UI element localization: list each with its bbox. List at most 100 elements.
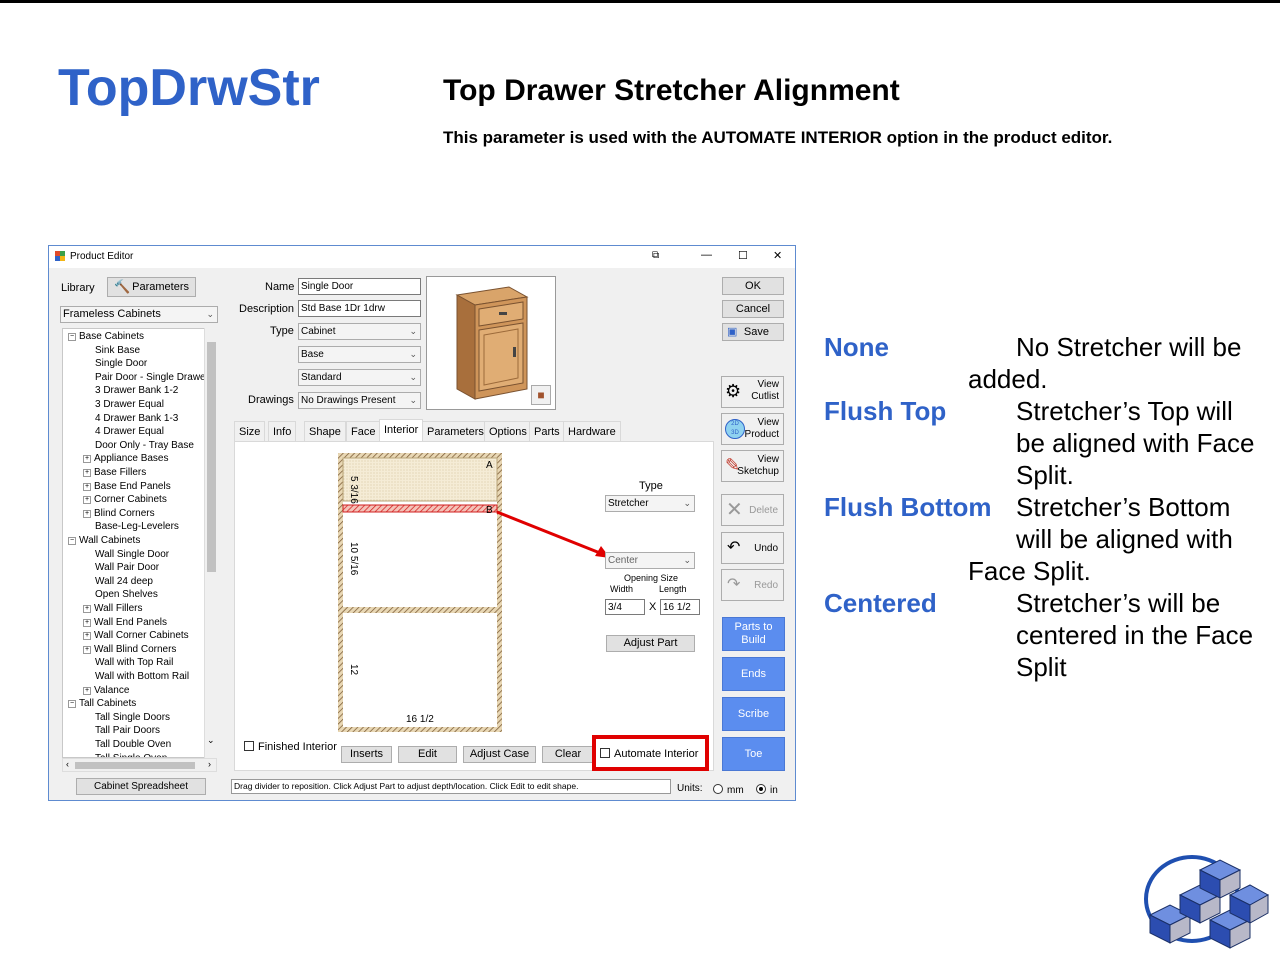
cancel-button[interactable]: Cancel xyxy=(722,300,784,318)
tree-item[interactable]: Tall Pair Doors xyxy=(95,725,160,736)
tree-item[interactable]: − Wall Cabinets xyxy=(68,535,140,546)
collapse-icon[interactable]: − xyxy=(68,700,76,709)
part-type-select[interactable]: Stretcher ⌄ xyxy=(605,495,695,512)
tree-item[interactable]: Wall 24 deep xyxy=(95,576,153,587)
tree-item[interactable]: − Base Cabinets xyxy=(68,331,144,342)
tree-vertical-scrollbar[interactable]: ⌄ xyxy=(204,328,217,758)
hscroll-thumb[interactable] xyxy=(75,762,195,769)
tree-item[interactable]: Wall with Top Rail xyxy=(95,657,173,668)
expand-icon[interactable]: + xyxy=(83,482,91,491)
expand-icon[interactable]: + xyxy=(83,686,91,695)
pin-icon[interactable]: ⧉ xyxy=(652,250,659,261)
redo-button[interactable]: ↷ Redo xyxy=(721,569,784,601)
tree-item[interactable]: Door Only - Tray Base xyxy=(95,440,194,451)
save-button[interactable]: ▣ Save xyxy=(722,323,784,341)
tree-item[interactable]: + Wall Fillers xyxy=(83,603,143,614)
tree-item[interactable]: Wall Single Door xyxy=(95,549,169,560)
ends-button[interactable]: Ends xyxy=(722,657,785,691)
scroll-thumb[interactable] xyxy=(207,342,216,572)
tree-item[interactable]: Wall with Bottom Rail xyxy=(95,671,189,682)
subtype-select[interactable]: Base ⌄ xyxy=(298,346,421,363)
view-sketchup-button[interactable]: ✎ View Sketchup xyxy=(721,450,784,482)
collapse-icon[interactable]: − xyxy=(68,537,76,545)
tree-item[interactable]: + Blind Corners xyxy=(83,508,155,519)
tree-horizontal-scrollbar[interactable]: ‹ › xyxy=(62,758,217,772)
tree-item[interactable]: + Appliance Bases xyxy=(83,453,169,464)
maximize-button[interactable]: ☐ xyxy=(738,249,748,262)
tree-item[interactable]: Single Door xyxy=(95,358,147,369)
scroll-down-icon[interactable]: ⌄ xyxy=(207,735,215,746)
tree-item[interactable]: Base-Leg-Levelers xyxy=(95,521,179,532)
collapse-icon[interactable]: − xyxy=(68,333,76,341)
style-select[interactable]: Standard ⌄ xyxy=(298,369,421,386)
toe-button[interactable]: Toe xyxy=(722,737,785,771)
tab-hardware[interactable]: Hardware xyxy=(563,421,621,441)
view-cutlist-button[interactable]: ⚙ View Cutlist xyxy=(721,376,784,408)
opening-width-input[interactable]: 3/4 xyxy=(605,599,645,615)
drawings-select[interactable]: No Drawings Present ⌄ xyxy=(298,392,421,409)
expand-icon[interactable]: + xyxy=(83,632,91,641)
scribe-button[interactable]: Scribe xyxy=(722,697,785,731)
tree-item[interactable]: + Valance xyxy=(83,685,129,696)
tree-item[interactable]: + Wall End Panels xyxy=(83,617,167,628)
unit-mm-radio[interactable]: mm xyxy=(713,784,744,796)
tree-item[interactable]: Sink Base xyxy=(95,345,140,356)
tree-item[interactable]: + Corner Cabinets xyxy=(83,494,167,505)
inserts-button[interactable]: Inserts xyxy=(341,746,392,763)
close-button[interactable]: ✕ xyxy=(773,249,782,262)
alignment-select[interactable]: Center ⌄ xyxy=(605,552,695,569)
expand-icon[interactable]: + xyxy=(83,605,91,613)
undo-button[interactable]: ↶ Undo xyxy=(721,532,784,564)
tree-item[interactable]: Pair Door - Single Drawer xyxy=(95,372,209,383)
tab-interior[interactable]: Interior xyxy=(379,419,424,441)
adjust-part-button[interactable]: Adjust Part xyxy=(606,635,695,652)
library-tree[interactable]: − Base Cabinets Sink Base Single Door Pair D… xyxy=(62,328,217,758)
tree-item[interactable]: + Wall Blind Corners xyxy=(83,644,176,655)
tree-item[interactable]: + Wall Corner Cabinets xyxy=(83,630,189,641)
opening-length-input[interactable]: 16 1/2 xyxy=(660,599,700,615)
tree-item[interactable]: 3 Drawer Bank 1-2 xyxy=(95,385,178,396)
type-select[interactable]: Cabinet ⌄ xyxy=(298,323,421,340)
adjust-case-button[interactable]: Adjust Case xyxy=(463,746,536,763)
tree-item[interactable]: + Base End Panels xyxy=(83,481,171,492)
automate-interior-checkbox[interactable]: Automate Interior xyxy=(600,748,698,760)
expand-icon[interactable]: + xyxy=(83,469,91,477)
tree-item[interactable]: Open Shelves xyxy=(95,589,158,600)
expand-icon[interactable]: + xyxy=(83,645,91,654)
view-product-button[interactable]: 2D 3D View Product xyxy=(721,413,784,445)
tab-info[interactable]: Info xyxy=(268,421,297,441)
3d-box-icon[interactable]: ■ xyxy=(531,385,551,405)
finished-interior-checkbox[interactable]: Finished Interior xyxy=(244,741,337,753)
edit-button[interactable]: Edit xyxy=(398,746,457,763)
tab-shape[interactable]: Shape xyxy=(304,421,346,441)
catalog-select[interactable]: Frameless Cabinets ⌄ xyxy=(60,306,218,323)
scroll-right-icon[interactable]: › xyxy=(208,759,211,769)
clear-button[interactable]: Clear xyxy=(542,746,594,763)
scroll-left-icon[interactable]: ‹ xyxy=(66,759,69,769)
tree-item[interactable]: Tall Double Oven xyxy=(95,739,171,750)
expand-icon[interactable]: + xyxy=(83,496,91,505)
tree-item[interactable]: + Base Fillers xyxy=(83,467,146,478)
parts-to-build-button[interactable]: Parts to Build xyxy=(722,617,785,651)
tab-options[interactable]: Options xyxy=(484,421,532,441)
tab-parameters[interactable]: Parameters xyxy=(422,421,489,441)
expand-icon[interactable]: + xyxy=(83,618,91,627)
minimize-button[interactable]: — xyxy=(701,249,712,261)
unit-in-radio[interactable]: in xyxy=(756,784,778,796)
delete-button[interactable]: ✕ Delete xyxy=(721,494,784,526)
tab-face[interactable]: Face xyxy=(346,421,381,441)
expand-icon[interactable]: + xyxy=(83,455,91,464)
expand-icon[interactable]: + xyxy=(83,509,91,518)
description-input[interactable]: Std Base 1Dr 1drw xyxy=(298,300,421,317)
tree-item[interactable]: 3 Drawer Equal xyxy=(95,399,164,410)
ok-button[interactable]: OK xyxy=(722,277,784,295)
tree-item[interactable]: − Tall Cabinets xyxy=(68,698,136,709)
tree-item[interactable]: Tall Single Doors xyxy=(95,712,170,723)
tree-item[interactable]: 4 Drawer Equal xyxy=(95,426,164,437)
tree-item[interactable]: Wall Pair Door xyxy=(95,562,159,573)
tab-parts[interactable]: Parts xyxy=(529,421,565,441)
cabinet-spreadsheet-button[interactable]: Cabinet Spreadsheet xyxy=(76,778,206,795)
name-input[interactable]: Single Door xyxy=(298,278,421,295)
parameters-button[interactable]: 🔨 Parameters xyxy=(107,277,196,297)
tree-item[interactable]: 4 Drawer Bank 1-3 xyxy=(95,413,178,424)
